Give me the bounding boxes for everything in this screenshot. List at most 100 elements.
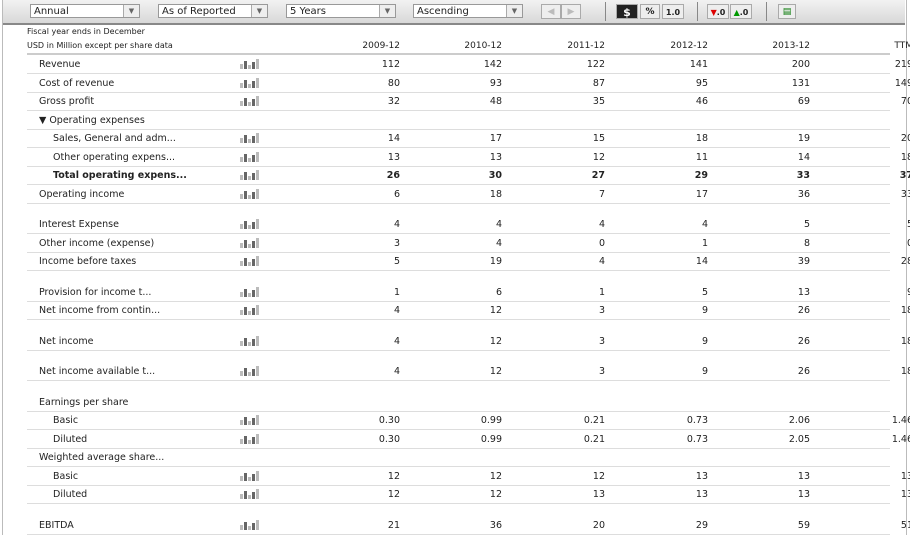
increase-decimal-button[interactable]: ▲.0 <box>730 4 752 19</box>
cell-value: 9 <box>701 335 708 347</box>
cell-value: 142 <box>483 59 502 70</box>
units-note: USD in Million except per share data <box>27 41 173 50</box>
cell-value: 13 <box>797 286 810 298</box>
order-select[interactable]: Ascending ▼ <box>413 4 523 18</box>
cell-value: 4 <box>495 237 502 249</box>
table-row: Other income (expense) 3 4 0 1 8 0 <box>27 234 910 253</box>
chevron-down-icon: ▼ <box>251 5 267 17</box>
cell-value: 3 <box>598 305 605 316</box>
row-label[interactable]: Earnings per share <box>39 397 128 408</box>
cell-value: 13 <box>387 151 400 163</box>
cell-value: 32 <box>387 96 400 107</box>
cell-value: 9 <box>701 305 708 316</box>
cell-value: 13 <box>900 489 910 500</box>
cell-value: 4 <box>393 305 400 316</box>
cell-value: 12 <box>592 151 605 163</box>
bar-chart-icon[interactable] <box>240 335 260 346</box>
cell-value: 0.73 <box>686 433 708 445</box>
bar-chart-icon[interactable] <box>240 237 260 248</box>
cell-value: 39 <box>797 256 810 267</box>
bar-chart-icon[interactable] <box>240 59 260 69</box>
bar-chart-icon[interactable] <box>240 286 260 297</box>
bar-chart-icon[interactable] <box>240 219 260 229</box>
cell-value: 0.30 <box>378 415 400 426</box>
cell-value: 69 <box>797 96 810 107</box>
bar-chart-icon[interactable] <box>240 489 260 499</box>
cell-value: 18 <box>900 366 910 377</box>
row-label: Basic <box>53 415 79 426</box>
cell-value: 141 <box>689 59 708 70</box>
row-label: Diluted <box>53 489 88 500</box>
column-header[interactable]: 2013-12 <box>730 41 810 51</box>
cell-value: 6 <box>495 286 502 298</box>
cell-value: 15 <box>592 133 605 144</box>
table-row: Cost of revenue 80 93 87 95 131 149 <box>27 74 910 93</box>
column-header[interactable]: TTM <box>833 41 910 51</box>
cell-value: 19 <box>489 256 502 267</box>
bar-chart-icon[interactable] <box>240 433 260 444</box>
table-row: Net income 4 12 3 9 26 18 <box>27 332 910 351</box>
cell-value: 200 <box>791 59 810 70</box>
row-label[interactable]: Weighted average share... <box>39 452 164 463</box>
bar-chart-icon[interactable] <box>240 77 260 88</box>
cell-value: 12 <box>387 470 400 482</box>
bar-chart-icon[interactable] <box>240 305 260 315</box>
row-label: Cost of revenue <box>39 77 115 89</box>
bar-chart-icon[interactable] <box>240 96 260 106</box>
table-row: Diluted 12 12 13 13 13 13 <box>27 485 910 504</box>
table-row: Operating income 6 18 7 17 36 33 <box>27 185 910 204</box>
table-row: Other operating expens... 13 13 12 11 14 18 <box>27 148 910 167</box>
cell-value: 46 <box>695 96 708 107</box>
bar-chart-icon[interactable] <box>240 519 260 530</box>
period-select[interactable]: Annual ▼ <box>30 4 140 18</box>
bar-chart-icon[interactable] <box>240 256 260 266</box>
cell-value: 17 <box>489 133 502 144</box>
bar-chart-icon[interactable] <box>240 170 260 180</box>
toolbar: Annual ▼ As of Reported ▼ 5 Years ▼ Ascendi… <box>3 0 905 25</box>
range-select[interactable]: 5 Years ▼ <box>286 4 396 18</box>
bar-chart-icon[interactable] <box>240 133 260 143</box>
cell-value: 0.99 <box>480 415 502 426</box>
column-header[interactable]: 2011-12 <box>525 41 605 51</box>
cell-value: 21 <box>387 519 400 531</box>
prev-button[interactable]: ◀ <box>541 4 561 19</box>
export-excel-button[interactable]: ▤ <box>778 4 796 19</box>
section-header-row: Weighted average share... <box>27 448 890 467</box>
row-label: Interest Expense <box>39 219 119 230</box>
cell-value: 26 <box>797 366 810 377</box>
cell-value: 13 <box>592 489 605 500</box>
cell-value: 1 <box>598 286 605 298</box>
cell-value: 0.30 <box>378 433 400 445</box>
cell-value: 30 <box>488 170 502 181</box>
bar-chart-icon[interactable] <box>240 151 260 162</box>
cell-value: 20 <box>592 519 605 531</box>
row-label[interactable]: ▼ Operating expenses <box>39 115 145 126</box>
table-row: Basic 12 12 12 13 13 13 <box>27 467 910 486</box>
cell-value: 12 <box>489 489 502 500</box>
decimal-button[interactable]: 1.0 <box>662 4 684 19</box>
column-header[interactable]: 2012-12 <box>628 41 708 51</box>
cell-value: 14 <box>695 256 708 267</box>
currency-button[interactable]: $ <box>616 4 638 19</box>
table-row: Total operating expens... 26 30 27 29 33 37 <box>27 166 910 185</box>
bar-chart-icon[interactable] <box>240 366 260 376</box>
column-header[interactable]: 2009-12 <box>320 41 400 51</box>
fiscal-note: Fiscal year ends in December <box>27 27 145 36</box>
bar-chart-icon[interactable] <box>240 188 260 199</box>
cell-value: 70 <box>900 96 910 107</box>
bar-chart-icon[interactable] <box>240 470 260 481</box>
cell-value: 19 <box>797 133 810 144</box>
basis-select[interactable]: As of Reported ▼ <box>158 4 268 18</box>
chevron-down-icon: ▼ <box>379 5 395 17</box>
column-header[interactable]: 2010-12 <box>422 41 502 51</box>
row-label: Sales, General and adm... <box>53 133 176 144</box>
cell-value: 219 <box>894 59 910 70</box>
percent-button[interactable]: % <box>640 4 660 19</box>
cell-value: 18 <box>900 305 910 316</box>
decrease-decimal-button[interactable]: ▼.0 <box>707 4 729 19</box>
cell-value: 12 <box>489 335 502 347</box>
bar-chart-icon[interactable] <box>240 415 260 425</box>
next-button[interactable]: ▶ <box>561 4 581 19</box>
cell-value: 35 <box>592 96 605 107</box>
period-value: Annual <box>34 6 69 17</box>
